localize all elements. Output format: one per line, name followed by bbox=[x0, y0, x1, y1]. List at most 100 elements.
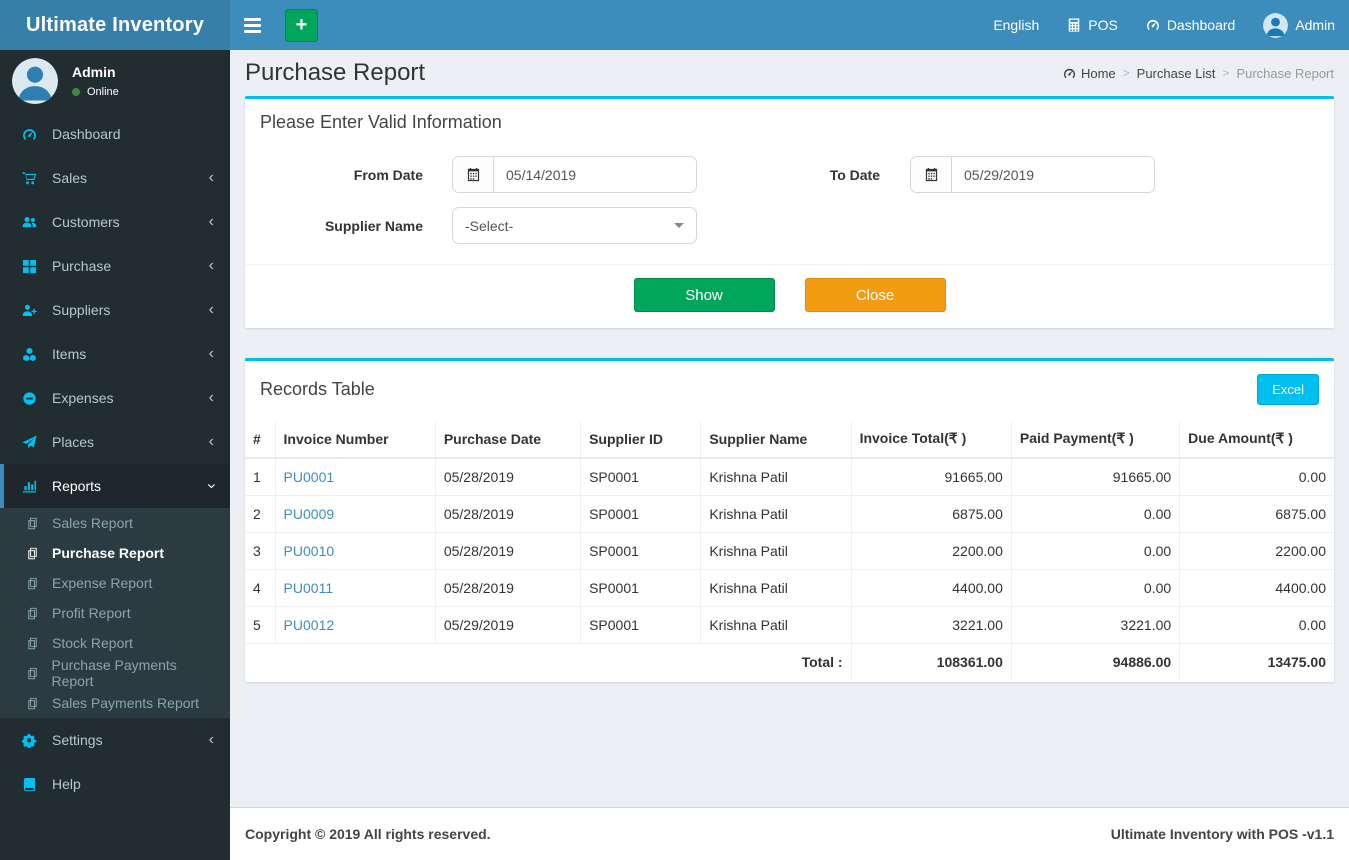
table-row: 5 PU0012 05/29/2019 SP0001 Krishna Patil 3221… bbox=[245, 606, 1334, 644]
sidebar-subitem-sales-report[interactable]: Sales Report bbox=[0, 508, 230, 538]
total-value: 13475.00 bbox=[1179, 643, 1334, 680]
dashboard-icon bbox=[1146, 18, 1160, 32]
user-status-label: Online bbox=[87, 86, 119, 98]
breadcrumb-item-purchase-list[interactable]: Purchase List bbox=[1137, 66, 1216, 81]
copy-icon bbox=[26, 667, 44, 680]
table-cell: SP0001 bbox=[580, 532, 702, 570]
excel-export-button[interactable]: Excel bbox=[1257, 374, 1319, 405]
sidebar-item-sales[interactable]: Sales ‹ bbox=[0, 156, 230, 200]
copy-icon bbox=[26, 547, 44, 560]
to-date-input[interactable] bbox=[952, 157, 1154, 192]
sidebar-item-label: Sales bbox=[52, 170, 88, 186]
column-header-supplier-id: Supplier ID bbox=[580, 420, 702, 459]
total-label: Total : bbox=[245, 643, 852, 680]
sidebar-item-customers[interactable]: Customers ‹ bbox=[0, 200, 230, 244]
users-icon bbox=[22, 215, 42, 230]
sidebar-subitem-expense-report[interactable]: Expense Report bbox=[0, 568, 230, 598]
sidebar-item-settings[interactable]: Settings ‹ bbox=[0, 718, 230, 762]
sidebar-item-label: Suppliers bbox=[52, 302, 111, 318]
invoice-link[interactable]: PU0009 bbox=[284, 506, 335, 522]
breadcrumb-separator: > bbox=[1222, 66, 1230, 80]
records-card: Records Table Excel # Invoice Number Purch… bbox=[245, 358, 1334, 682]
show-button[interactable]: Show bbox=[633, 278, 775, 312]
sidebar-item-places[interactable]: Places ‹ bbox=[0, 420, 230, 464]
filter-card-title: Please Enter Valid Information bbox=[260, 112, 502, 132]
nav-language[interactable]: English bbox=[979, 0, 1053, 50]
breadcrumb-item-purchase-report: Purchase Report bbox=[1236, 66, 1334, 81]
dashboard-icon bbox=[1063, 67, 1076, 80]
sidebar-item-dashboard[interactable]: Dashboard bbox=[0, 112, 230, 156]
quick-add-button[interactable]: + bbox=[285, 8, 318, 42]
sidebar-toggle-button[interactable] bbox=[230, 8, 275, 43]
records-card-title: Records Table bbox=[260, 379, 375, 399]
table-cell: Krishna Patil bbox=[700, 532, 852, 570]
from-date-input[interactable] bbox=[494, 157, 696, 192]
sidebar-subitem-label: Stock Report bbox=[52, 635, 133, 651]
to-date-input-group bbox=[910, 156, 1155, 193]
nav-pos[interactable]: POS bbox=[1053, 0, 1132, 50]
minus-circle-icon bbox=[22, 391, 42, 406]
sidebar-subitem-stock-report[interactable]: Stock Report bbox=[0, 628, 230, 658]
invoice-link[interactable]: PU0001 bbox=[284, 469, 335, 485]
sidebar-item-reports[interactable]: Reports ‹ bbox=[0, 464, 230, 508]
navbar-right: English POS Dashboard Admin bbox=[979, 0, 1349, 50]
invoice-link[interactable]: PU0010 bbox=[284, 543, 335, 559]
invoice-link[interactable]: PU0012 bbox=[284, 617, 335, 633]
sidebar: Ultimate Inventory Admin Online Dashboar… bbox=[0, 0, 230, 860]
table-cell: Krishna Patil bbox=[700, 495, 852, 533]
footer: Copyright © 2019 All rights reserved. Ul… bbox=[230, 807, 1349, 860]
table-cell: 6875.00 bbox=[1179, 495, 1334, 533]
column-header-invoice-total: Invoice Total(₹ ) bbox=[850, 420, 1012, 459]
sidebar-item-items[interactable]: Items ‹ bbox=[0, 332, 230, 376]
table-cell: 3221.00 bbox=[850, 606, 1012, 644]
table-cell: 3221.00 bbox=[1010, 606, 1181, 644]
version-text: Ultimate Inventory with POS -v1.1 bbox=[1110, 826, 1334, 842]
sidebar-subitem-sales-payments-report[interactable]: Sales Payments Report bbox=[0, 688, 230, 718]
table-row: 3 PU0010 05/28/2019 SP0001 Krishna Patil 2200… bbox=[245, 532, 1334, 570]
cart-icon bbox=[22, 171, 42, 186]
filter-actions: Show Close bbox=[245, 264, 1334, 328]
user-plus-icon bbox=[22, 303, 42, 318]
records-card-header: Records Table Excel bbox=[245, 361, 1334, 420]
nav-pos-label: POS bbox=[1088, 17, 1118, 33]
breadcrumb-label: Purchase List bbox=[1136, 65, 1216, 81]
brand-logo[interactable]: Ultimate Inventory bbox=[0, 0, 230, 50]
invoice-link[interactable]: PU0011 bbox=[284, 580, 334, 596]
table-cell: 4400.00 bbox=[850, 569, 1012, 607]
sidebar-item-suppliers[interactable]: Suppliers ‹ bbox=[0, 288, 230, 332]
calendar-icon bbox=[453, 157, 494, 192]
sidebar-item-help[interactable]: Help bbox=[0, 762, 230, 806]
filter-form: From Date To Date bbox=[245, 144, 1334, 264]
user-avatar-icon bbox=[12, 58, 58, 104]
sidebar-item-purchase[interactable]: Purchase ‹ bbox=[0, 244, 230, 288]
nav-user-menu[interactable]: Admin bbox=[1249, 0, 1349, 50]
supplier-row: Supplier Name -Select- bbox=[260, 207, 1319, 244]
user-status[interactable]: Online bbox=[72, 86, 119, 98]
sidebar-subitem-label: Expense Report bbox=[52, 575, 153, 591]
table-cell: 3 bbox=[245, 532, 276, 570]
sidebar-item-expenses[interactable]: Expenses ‹ bbox=[0, 376, 230, 420]
calendar-icon bbox=[911, 157, 952, 192]
sidebar-subitem-purchase-payments-report[interactable]: Purchase Payments Report bbox=[0, 657, 230, 689]
filter-card-header: Please Enter Valid Information bbox=[245, 99, 1334, 144]
table-cell: 2200.00 bbox=[1179, 532, 1334, 570]
nav-language-label: English bbox=[993, 17, 1040, 33]
cubes-icon bbox=[22, 347, 42, 362]
gears-icon bbox=[22, 733, 42, 748]
sidebar-item-label: Customers bbox=[52, 214, 120, 230]
sidebar-user-panel: Admin Online bbox=[0, 50, 230, 112]
supplier-select[interactable]: -Select- bbox=[452, 207, 697, 244]
column-header-invoice-number: Invoice Number bbox=[274, 420, 436, 459]
breadcrumb-item-home[interactable]: Home bbox=[1063, 66, 1116, 81]
top-navbar: + English POS Dashboard Admin bbox=[230, 0, 1349, 50]
sidebar-subitem-profit-report[interactable]: Profit Report bbox=[0, 598, 230, 628]
sidebar-subitem-purchase-report[interactable]: Purchase Report bbox=[0, 538, 230, 568]
table-cell: Krishna Patil bbox=[700, 569, 852, 607]
nav-dashboard[interactable]: Dashboard bbox=[1132, 0, 1250, 50]
close-button[interactable]: Close bbox=[804, 278, 946, 312]
copy-icon bbox=[26, 697, 44, 710]
chevron-left-icon: ‹ bbox=[208, 169, 214, 186]
date-row: From Date To Date bbox=[260, 156, 1319, 193]
table-cell: 91665.00 bbox=[850, 457, 1012, 496]
send-icon bbox=[22, 435, 42, 450]
